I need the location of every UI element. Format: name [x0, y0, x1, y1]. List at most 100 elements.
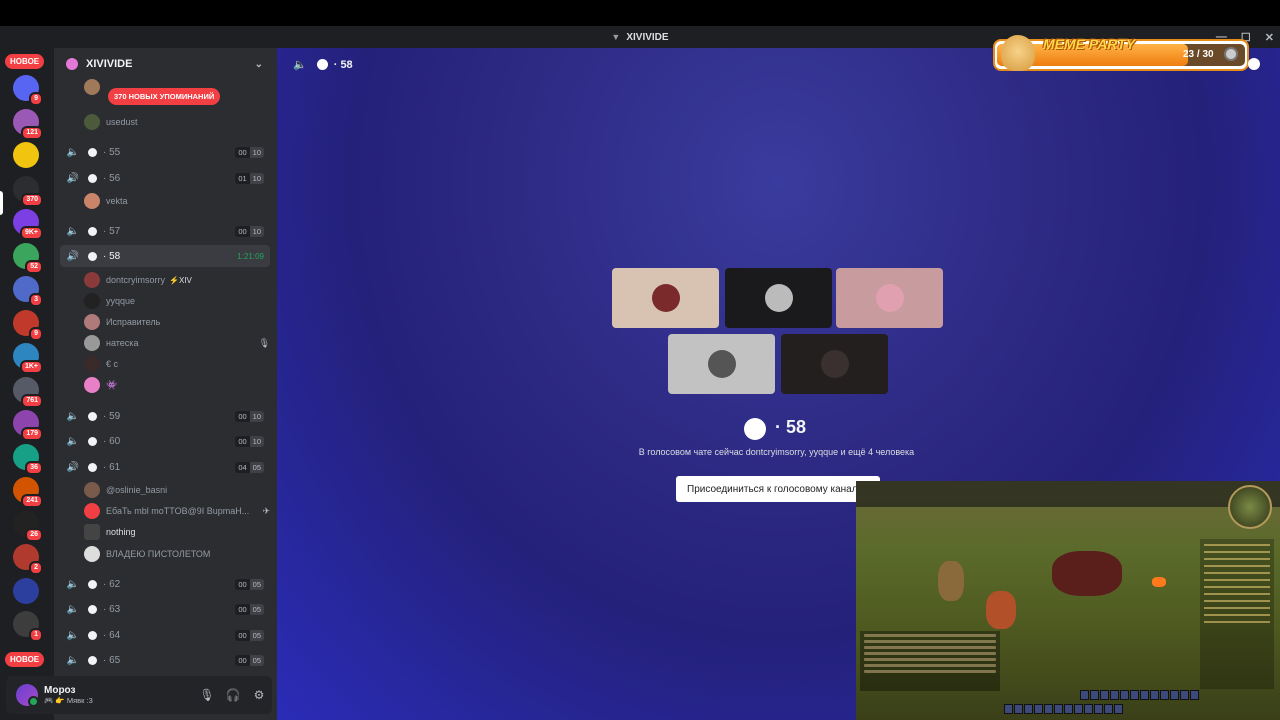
server-icon[interactable]: 9 [13, 75, 43, 106]
gear-icon[interactable]: ⚙ [246, 688, 272, 702]
chevron-down-icon[interactable]: ⌄ [255, 59, 263, 70]
speaker-icon: 🔈 [66, 410, 80, 422]
server-icon[interactable]: 36 [13, 443, 43, 475]
guild-header[interactable]: XIVIVIDE ⌄ [54, 48, 277, 80]
server-icon[interactable]: 761 [13, 376, 43, 408]
mention-pill[interactable]: 370 НОВЫХ УПОМИНАНИЙ [108, 88, 221, 105]
voice-channel-55[interactable]: 🔈 · 55 00 10 [60, 141, 270, 163]
headphones-icon[interactable]: 🎧 [220, 688, 246, 702]
participant-avatar [707, 350, 736, 378]
server-badge: 241 [21, 494, 43, 508]
participant-tile[interactable] [668, 334, 775, 394]
voice-channel-63[interactable]: 🔈 · 63 00 05 [60, 598, 270, 620]
server-icon[interactable]: 1 [13, 611, 43, 642]
member-row[interactable]: @oslinie_basni [84, 481, 270, 499]
user-count: 00 05 [235, 578, 264, 590]
game-action-slot [1080, 690, 1089, 700]
server-badge: 370 [21, 192, 43, 207]
member-row[interactable]: натеска 🎙 [84, 334, 270, 352]
server-badge: 179 [21, 427, 43, 441]
voice-channel-57[interactable]: 🔈 · 57 00 10 [60, 220, 270, 242]
server-icon[interactable]: 1K+ [13, 343, 43, 374]
center-channel-title: · 58 [775, 417, 807, 437]
game-action-slot [1084, 704, 1093, 714]
server-icon[interactable] [13, 577, 39, 604]
join-voice-button[interactable]: Присоединиться к голосовому каналу [676, 476, 880, 502]
member-row[interactable]: 👾 [84, 376, 270, 394]
speaker-icon: 🔈 [66, 603, 80, 615]
user-info[interactable]: Мороз 🎮 👉 Мявк :3 [44, 685, 194, 705]
server-icon[interactable]: 3 [13, 276, 43, 307]
server-rail: НОВОЕ НОВОЕ 9 121 370 9K+ 52 3 9 1K+ 761 179 36 241… [0, 48, 54, 720]
server-icon[interactable]: 26 [13, 510, 43, 542]
channel-dot [88, 655, 97, 665]
user-count: 00 10 [235, 225, 264, 237]
avatar [84, 356, 100, 372]
server-icon[interactable]: 9K+ [13, 209, 43, 240]
participant-tile[interactable] [612, 268, 719, 328]
server-icon[interactable]: 121 [13, 108, 43, 140]
member-row[interactable]: € c [84, 355, 270, 373]
voice-channel-64[interactable]: 🔈 · 64 00 05 [60, 624, 270, 646]
game-creature [1052, 551, 1122, 596]
guild-name: XIVIVIDE [86, 58, 133, 70]
new-pill-bottom[interactable]: НОВОЕ [5, 652, 45, 667]
channel-name: · 56 [103, 172, 121, 184]
new-pill-top[interactable]: НОВОЕ [5, 54, 45, 69]
participant-tile[interactable] [781, 334, 888, 394]
stream-icon: ✈ [262, 505, 270, 516]
server-icon[interactable]: 52 [13, 242, 43, 274]
server-badge: 1K+ [19, 360, 43, 374]
member-row[interactable]: yyqque [84, 292, 270, 310]
channel-name: · 64 [103, 629, 121, 641]
server-badge: 761 [21, 393, 43, 408]
avatar [84, 546, 100, 562]
game-action-slot [1024, 704, 1033, 714]
member-row[interactable]: Исправитель [84, 313, 270, 331]
participant-tile[interactable] [725, 268, 832, 328]
member-row[interactable]: ЕбаТь mbl moTTOB@9I BupmaH... ✈ [84, 502, 270, 520]
server-icon[interactable] [13, 142, 39, 168]
user-avatar[interactable] [16, 684, 39, 707]
voice-channel-61[interactable]: 🔊 · 61 04 05 [60, 456, 270, 478]
speaker-icon: 🔈 [66, 146, 80, 158]
coin-icon [1224, 47, 1238, 61]
member-row[interactable]: vekta [84, 192, 270, 210]
server-badge: 26 [25, 527, 43, 542]
server-icon[interactable]: 241 [13, 477, 43, 508]
meme-party-widget[interactable]: MEME PARTY 23 / 30 [993, 35, 1249, 71]
member-row[interactable]: nothing [84, 523, 270, 541]
server-icon[interactable]: 370 [13, 175, 43, 207]
server-icon[interactable]: 179 [13, 410, 43, 441]
window-title: XIVIVIDE [626, 31, 669, 43]
channel-name: · 55 [103, 146, 121, 158]
voice-channel-60[interactable]: 🔈 · 60 00 10 [60, 430, 270, 452]
avatar [84, 335, 100, 351]
participant-avatar [820, 350, 849, 378]
avatar [84, 503, 100, 519]
member-name: 👾 [106, 379, 118, 390]
server-icon[interactable]: 2 [13, 544, 43, 575]
member-row[interactable]: dontcryimsorry ⚡XIV [84, 271, 270, 289]
top-black-bar [0, 0, 1280, 26]
channel-name: · 60 [103, 435, 121, 447]
voice-channel-58[interactable]: 🔊 · 58 1:21:09 [60, 245, 270, 267]
voice-channel-59[interactable]: 🔈 · 59 00 10 [60, 405, 270, 427]
member-row[interactable]: usedust [84, 113, 270, 131]
close-icon[interactable]: ✕ [1265, 31, 1274, 44]
game-action-slot [1114, 704, 1123, 714]
participant-tile[interactable] [836, 268, 943, 328]
avatar [84, 272, 100, 288]
channel-dot [88, 226, 97, 236]
voice-channel-56[interactable]: 🔊 · 56 01 10 [60, 167, 270, 189]
game-character [938, 561, 964, 601]
member-row[interactable]: ВЛАДЕЮ ПИСТОЛЕТОМ [84, 545, 270, 563]
channel-dot [88, 436, 97, 446]
speaker-active-icon: 🔊 [66, 461, 80, 473]
member-name: Исправитель [106, 317, 161, 327]
voice-channel-62[interactable]: 🔈 · 62 00 05 [60, 573, 270, 595]
server-icon[interactable]: 9 [13, 309, 43, 341]
microphone-icon[interactable]: 🎙 [194, 688, 220, 702]
voice-channel-65[interactable]: 🔈 · 65 00 05 [60, 649, 270, 671]
game-stream-overlay[interactable] [856, 481, 1280, 720]
